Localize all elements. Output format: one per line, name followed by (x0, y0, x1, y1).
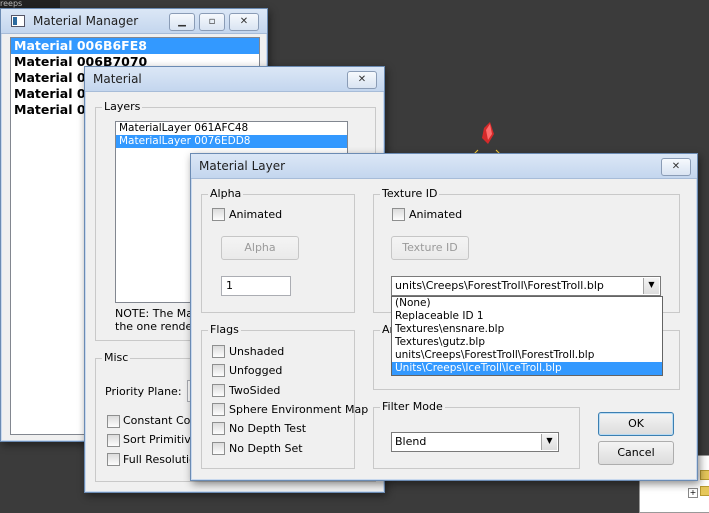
flag-checkbox[interactable] (212, 383, 225, 397)
texture-option[interactable]: Textures\gutz.blp (392, 336, 662, 349)
texture-dropdown-list[interactable]: (None) Replaceable ID 1 Textures\ensnare.b… (391, 296, 663, 376)
flag-label: Unshaded (229, 345, 285, 358)
close-button[interactable]: ✕ (347, 71, 377, 89)
priority-plane-label: Priority Plane: (105, 385, 182, 398)
material-layer-titlebar[interactable]: Material Layer ✕ (191, 154, 697, 179)
chevron-down-icon[interactable]: ▼ (541, 434, 557, 450)
texture-option[interactable]: Replaceable ID 1 (392, 310, 662, 323)
texture-id-button-label: Texture ID (402, 241, 458, 254)
background-window-text: reeps (0, 0, 23, 8)
alpha-button-label: Alpha (244, 241, 276, 254)
flag-checkbox[interactable] (212, 345, 225, 358)
material-list-item[interactable]: Material 006B6FE8 (11, 38, 259, 54)
cancel-button-label: Cancel (617, 446, 655, 459)
layer-list-item[interactable]: MaterialLayer 0076EDD8 (116, 135, 347, 148)
constant-color-checkbox[interactable] (107, 415, 120, 428)
alpha-button[interactable]: Alpha (221, 236, 299, 260)
filter-mode-value: Blend (395, 435, 427, 448)
material-layer-title: Material Layer (199, 159, 286, 173)
close-button[interactable]: ✕ (229, 13, 259, 31)
alpha-animated-label: Animated (229, 208, 283, 221)
texture-select[interactable]: units\Creeps\ForestTroll\ForestTroll.blp… (391, 276, 661, 296)
texture-id-button[interactable]: Texture ID (391, 236, 469, 260)
cancel-button[interactable]: Cancel (598, 441, 674, 465)
flag-label: TwoSided (229, 383, 281, 397)
minimize-icon: ▁ (178, 16, 186, 27)
texture-option[interactable]: (None) (392, 297, 662, 310)
filter-mode-group-label: Filter Mode (380, 400, 445, 413)
texture-animated-label: Animated (409, 208, 463, 221)
texture-animated-checkbox[interactable] (392, 208, 405, 221)
ok-button-label: OK (628, 417, 644, 430)
texture-id-group-label: Texture ID (380, 187, 440, 200)
folder-icon (700, 486, 709, 496)
alpha-group-label: Alpha (208, 187, 244, 200)
close-icon: ✕ (239, 16, 249, 27)
constant-color-label: Constant Colo (123, 414, 201, 427)
maximize-button[interactable]: ▫ (199, 13, 225, 31)
flag-checkbox[interactable] (212, 364, 225, 378)
flag-checkbox[interactable] (212, 422, 225, 436)
flags-group-label: Flags (208, 323, 241, 336)
tree-expand-icon[interactable]: + (688, 488, 698, 498)
layers-group-label: Layers (102, 100, 143, 113)
alpha-animated-checkbox[interactable] (212, 208, 225, 221)
chevron-down-icon[interactable]: ▼ (643, 278, 659, 294)
close-button[interactable]: ✕ (661, 158, 691, 176)
material-titlebar[interactable]: Material ✕ (85, 67, 384, 92)
close-icon: ✕ (357, 74, 367, 85)
close-icon: ✕ (671, 161, 681, 172)
alpha-value-field[interactable]: 1 (221, 276, 291, 296)
alpha-value: 1 (226, 279, 233, 292)
background-window-edge: reeps (0, 0, 60, 8)
full-resolution-checkbox[interactable] (107, 453, 120, 466)
flag-label: Unfogged (229, 364, 283, 378)
material-layer-window: Material Layer ✕ Alpha Animated Alpha 1 … (190, 153, 698, 481)
texture-option[interactable]: Units\Creeps\IceTroll\IceTroll.blp (392, 362, 662, 375)
texture-option[interactable]: units\Creeps\ForestTroll\ForestTroll.blp (392, 349, 662, 362)
ok-button[interactable]: OK (598, 412, 674, 436)
sort-primitives-checkbox[interactable] (107, 434, 120, 447)
material-manager-titlebar[interactable]: Material Manager ▁ ▫ ✕ (1, 9, 267, 34)
flag-checkbox[interactable] (212, 441, 225, 455)
folder-icon (700, 470, 709, 480)
texture-select-value: units\Creeps\ForestTroll\ForestTroll.blp (395, 279, 604, 292)
flag-label: Sphere Environment Map (229, 402, 369, 416)
minimize-button[interactable]: ▁ (169, 13, 195, 31)
flag-checkbox[interactable] (212, 402, 225, 416)
material-manager-title: Material Manager (33, 14, 139, 28)
maximize-icon: ▫ (208, 16, 216, 27)
material-title: Material (93, 72, 142, 86)
flag-label: No Depth Set (229, 441, 303, 455)
filter-mode-select[interactable]: Blend ▼ (391, 432, 559, 452)
texture-option[interactable]: Textures\ensnare.blp (392, 323, 662, 336)
flag-label: No Depth Test (229, 422, 307, 436)
misc-group-label: Misc (102, 351, 131, 364)
window-app-icon (11, 15, 25, 27)
layer-list-item[interactable]: MaterialLayer 061AFC48 (116, 122, 347, 135)
